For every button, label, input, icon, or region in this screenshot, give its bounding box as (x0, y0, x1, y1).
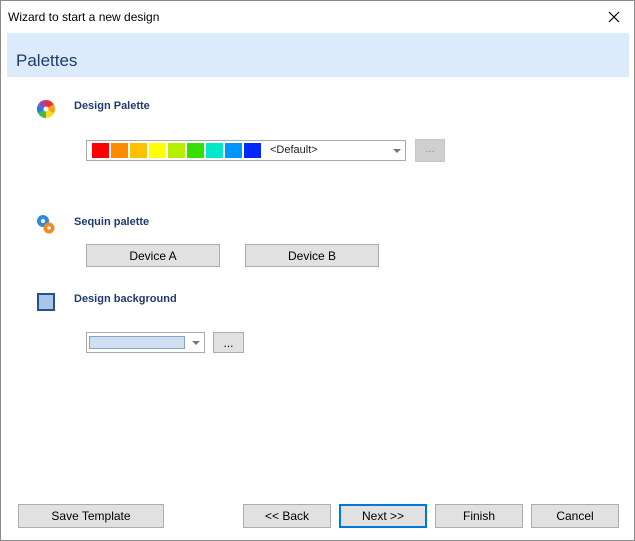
palette-swatch (244, 143, 261, 158)
design-background-dropdown[interactable] (86, 332, 205, 353)
palette-swatch (149, 143, 166, 158)
palette-swatch (130, 143, 147, 158)
back-button[interactable]: << Back (243, 504, 331, 528)
palette-swatch (225, 143, 242, 158)
design-background-label: Design background (74, 293, 177, 305)
close-icon (608, 11, 620, 23)
palette-swatch (92, 143, 109, 158)
device-b-button[interactable]: Device B (245, 244, 379, 267)
header-band: Palettes (7, 33, 629, 77)
title-bar: Wizard to start a new design (1, 1, 634, 33)
save-template-button[interactable]: Save Template (18, 504, 164, 528)
next-button[interactable]: Next >> (339, 504, 427, 528)
chevron-down-icon (192, 341, 200, 345)
design-palette-selected: <Default> (270, 144, 318, 156)
design-background-browse-button[interactable]: ... (213, 332, 244, 353)
palette-swatch (206, 143, 223, 158)
chevron-down-icon (393, 149, 401, 153)
cancel-button[interactable]: Cancel (531, 504, 619, 528)
color-wheel-icon (35, 98, 57, 120)
page-title: Palettes (16, 51, 78, 70)
design-palette-browse-button: ... (415, 139, 445, 162)
device-a-button[interactable]: Device A (86, 244, 220, 267)
palette-swatches (92, 143, 263, 158)
palette-swatch (111, 143, 128, 158)
background-square-icon (35, 291, 57, 313)
wizard-window: Wizard to start a new design Palettes De… (0, 0, 635, 541)
close-button[interactable] (606, 9, 622, 25)
finish-button[interactable]: Finish (435, 504, 523, 528)
sequin-icon (35, 213, 57, 235)
sequin-palette-label: Sequin palette (74, 216, 150, 228)
background-color-swatch (89, 336, 185, 349)
palette-swatch (187, 143, 204, 158)
palette-swatch (168, 143, 185, 158)
design-palette-dropdown[interactable]: <Default> (86, 140, 406, 161)
window-title: Wizard to start a new design (8, 10, 160, 24)
design-palette-label: Design Palette (74, 100, 150, 112)
